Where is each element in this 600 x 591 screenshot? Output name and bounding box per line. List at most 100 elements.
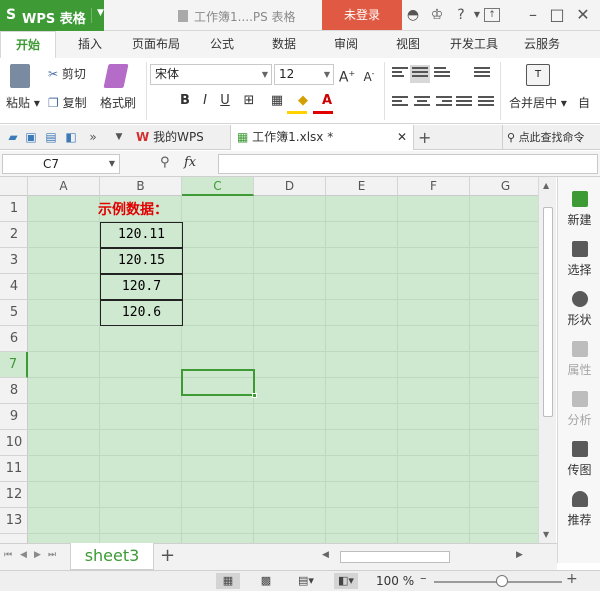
scroll-left-icon[interactable]: ◀: [322, 550, 329, 560]
align-top-icon[interactable]: [392, 67, 408, 81]
row-header[interactable]: 5: [0, 300, 28, 326]
app-menu-button[interactable]: S WPS 表格 ▼: [0, 0, 104, 31]
justify-icon[interactable]: [456, 96, 472, 110]
shrink-font-button[interactable]: A-: [360, 65, 378, 84]
bold-button[interactable]: B: [176, 92, 194, 110]
row-header[interactable]: 4: [0, 274, 28, 300]
paste-icon[interactable]: [10, 64, 30, 88]
cell-b3[interactable]: 120.15: [100, 248, 183, 274]
scroll-down-icon[interactable]: ▼: [543, 530, 549, 539]
tab-home[interactable]: 开始: [0, 31, 56, 58]
merge-center-button[interactable]: 合并居中 ▾: [509, 94, 567, 111]
next-sheet-icon[interactable]: ▶: [34, 550, 41, 560]
tab-cloud[interactable]: 云服务: [514, 31, 570, 58]
column-header-b[interactable]: B: [100, 177, 182, 196]
last-sheet-icon[interactable]: ⏭: [48, 550, 56, 560]
shirt-icon[interactable]: ♔: [428, 6, 446, 24]
sheet-tab-active[interactable]: sheet3: [70, 543, 154, 570]
column-header-f[interactable]: F: [398, 177, 470, 196]
format-painter-button[interactable]: 格式刷: [100, 94, 136, 111]
column-header-c[interactable]: C: [182, 177, 254, 196]
tab-formulas[interactable]: 公式: [196, 31, 248, 58]
align-bottom-icon[interactable]: [434, 67, 450, 81]
auto-wrap-button[interactable]: 自: [578, 94, 590, 111]
side-shape-button[interactable]: 形状: [558, 283, 600, 331]
column-header-d[interactable]: D: [254, 177, 326, 196]
tab-insert[interactable]: 插入: [64, 31, 116, 58]
row-header[interactable]: 2: [0, 222, 28, 248]
login-button[interactable]: 未登录: [322, 0, 402, 30]
name-box[interactable]: C7 ▼: [2, 154, 120, 174]
cell-b5[interactable]: 120.6: [100, 300, 183, 326]
cell-area[interactable]: 示例数据： 120.11 120.15 120.7 120.6: [28, 196, 556, 543]
cut-button[interactable]: ✂ 剪切: [48, 65, 86, 82]
tab-page-layout[interactable]: 页面布局: [124, 31, 188, 58]
column-header-e[interactable]: E: [326, 177, 398, 196]
distribute-icon[interactable]: [478, 96, 494, 110]
first-sheet-icon[interactable]: ⏮: [4, 550, 12, 560]
formula-input[interactable]: [218, 154, 598, 174]
h-scrollbar-thumb[interactable]: [340, 551, 450, 563]
row-header[interactable]: 8: [0, 378, 28, 404]
side-select-button[interactable]: 选择: [558, 233, 600, 281]
side-upload-image-button[interactable]: 传图: [558, 433, 600, 481]
format-painter-icon[interactable]: [103, 64, 129, 88]
more-commands-icon[interactable]: »: [86, 130, 100, 144]
side-analyze-button[interactable]: 分析: [558, 383, 600, 431]
restore-icon[interactable]: ↑: [484, 8, 500, 22]
close-icon[interactable]: ✕: [566, 0, 600, 30]
close-tab-icon[interactable]: ✕: [397, 125, 407, 150]
print-icon[interactable]: ▤: [44, 130, 58, 144]
merge-center-icon[interactable]: T: [526, 64, 550, 86]
scroll-up-icon[interactable]: ▲: [543, 181, 549, 190]
tab-review[interactable]: 审阅: [320, 31, 372, 58]
align-center-icon[interactable]: [414, 96, 430, 110]
row-header[interactable]: 10: [0, 430, 28, 456]
row-header[interactable]: 11: [0, 456, 28, 482]
side-new-button[interactable]: 新建: [558, 183, 600, 231]
row-header[interactable]: 12: [0, 482, 28, 508]
fill-color-icon[interactable]: ◆: [294, 92, 312, 110]
tab-developer[interactable]: 开发工具: [442, 31, 506, 58]
save-icon[interactable]: ▣: [24, 130, 38, 144]
grow-font-button[interactable]: A+: [338, 65, 356, 86]
italic-button[interactable]: I: [196, 92, 214, 110]
row-header[interactable]: 3: [0, 248, 28, 274]
scrollbar-thumb[interactable]: [543, 207, 553, 417]
zoom-slider-knob[interactable]: [496, 575, 508, 587]
cell-style-icon[interactable]: ▦: [268, 92, 286, 110]
wrap-text-icon[interactable]: [474, 67, 490, 81]
row-header-selected[interactable]: 7: [0, 352, 28, 378]
align-middle-icon[interactable]: [410, 65, 430, 83]
chevron-down-icon[interactable]: ▼: [112, 130, 126, 144]
select-all-corner[interactable]: [0, 177, 28, 196]
font-name-select[interactable]: 宋体 ▼: [150, 64, 272, 85]
prev-sheet-icon[interactable]: ◀: [20, 550, 27, 560]
cell-b1-label[interactable]: 示例数据：: [98, 199, 168, 219]
cell-b2[interactable]: 120.11: [100, 222, 183, 248]
font-color-icon[interactable]: A: [318, 92, 336, 110]
align-left-icon[interactable]: [392, 96, 408, 110]
column-header-a[interactable]: A: [28, 177, 100, 196]
tab-view[interactable]: 视图: [382, 31, 434, 58]
add-sheet-button[interactable]: +: [160, 545, 175, 566]
zoom-search-icon[interactable]: ⚲: [160, 155, 170, 170]
page-layout-view-icon[interactable]: ▤▾: [294, 573, 318, 589]
scroll-right-icon[interactable]: ▶: [516, 550, 523, 560]
zoom-out-button[interactable]: –: [420, 571, 427, 586]
paste-button[interactable]: 粘贴 ▾: [6, 94, 40, 111]
column-header-g[interactable]: G: [470, 177, 542, 196]
row-header[interactable]: 9: [0, 404, 28, 430]
side-properties-button[interactable]: 属性: [558, 333, 600, 381]
underline-button[interactable]: U: [216, 92, 234, 110]
font-size-select[interactable]: 12 ▼: [274, 64, 334, 85]
zoom-in-button[interactable]: +: [566, 571, 578, 587]
cell-b4[interactable]: 120.7: [100, 274, 183, 300]
fill-handle[interactable]: [252, 393, 257, 398]
copy-button[interactable]: ❐ 复制: [48, 94, 87, 111]
zoom-level[interactable]: 100 %: [376, 574, 414, 588]
row-header[interactable]: 6: [0, 326, 28, 352]
align-right-icon[interactable]: [436, 96, 452, 110]
preview-icon[interactable]: ◧: [64, 130, 78, 144]
vertical-scrollbar[interactable]: ▲ ▼: [538, 177, 556, 543]
